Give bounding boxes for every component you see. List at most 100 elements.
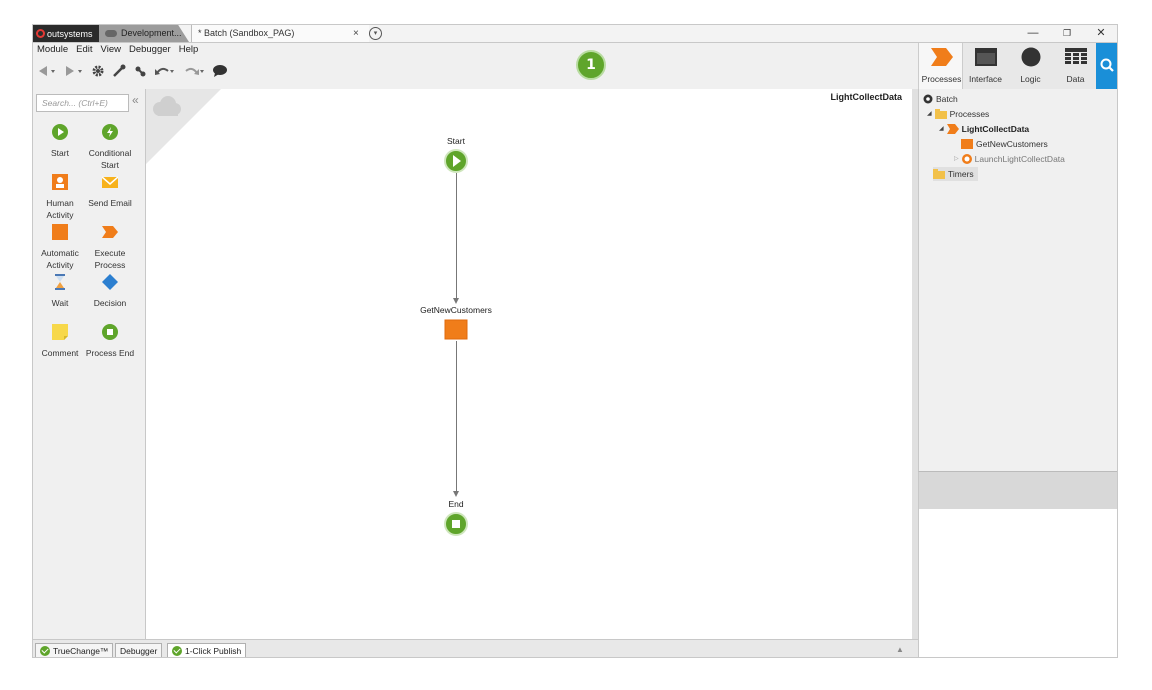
tab-interface-label: Interface <box>968 74 1003 84</box>
palette-label: Process <box>94 260 126 270</box>
tab-close-icon[interactable]: × <box>353 25 359 42</box>
tab-truechange-label: TrueChange™ <box>53 645 109 656</box>
palette-comment[interactable]: Comment <box>33 324 87 359</box>
start-node-label: Start <box>447 136 465 146</box>
flow-connector[interactable] <box>456 341 457 494</box>
menu-module[interactable]: Module <box>37 43 68 57</box>
tree-processes-label: Processes <box>949 109 990 119</box>
folder-icon <box>934 109 947 119</box>
palette-process-end[interactable]: Process End <box>83 324 137 359</box>
expand-arrow-icon: ◢ <box>939 126 944 132</box>
end-node[interactable] <box>444 512 468 536</box>
bottom-bar: TrueChange™ Debugger 1-Click Publish ▲ <box>33 639 918 657</box>
palette-label: Execute <box>94 248 126 258</box>
collapse-icon[interactable]: « <box>132 93 139 107</box>
tab-1-click-publish[interactable]: 1-Click Publish <box>167 643 247 657</box>
publish-status-badge[interactable]: 1 <box>576 50 606 80</box>
wrench-icon[interactable] <box>112 64 126 81</box>
cloud-icon <box>105 30 117 37</box>
tab-batch-label: * Batch (Sandbox_PAG) <box>198 28 295 38</box>
tab-debugger[interactable]: Debugger <box>115 643 163 657</box>
palette-human-activity[interactable]: Human Activity <box>33 174 87 221</box>
palette-decision[interactable]: Decision <box>83 274 137 309</box>
email-icon <box>101 176 119 188</box>
search-button[interactable] <box>1096 43 1117 89</box>
tab-logic[interactable]: Logic <box>1008 43 1053 89</box>
process-canvas[interactable]: LightCollectData Start GetNewCustomers E… <box>146 89 912 639</box>
menu-edit[interactable]: Edit <box>76 43 92 57</box>
palette-send-email[interactable]: Send Email <box>83 174 137 209</box>
tab-interface[interactable]: Interface <box>963 43 1008 89</box>
process-icon <box>946 124 959 134</box>
tab-dropdown-icon[interactable]: ▾ <box>369 27 382 40</box>
tab-publish-label: 1-Click Publish <box>185 645 242 656</box>
palette-start[interactable]: Start <box>33 124 87 159</box>
flow-arrow <box>453 298 459 304</box>
activity-node-label: GetNewCustomers <box>420 305 492 315</box>
tree-root[interactable]: Batch <box>923 92 958 106</box>
check-icon <box>172 645 182 656</box>
tree-launch-item[interactable]: ▷ LaunchLightCollectData <box>954 152 1065 166</box>
palette-label: Start <box>101 160 119 170</box>
palette-label: Start <box>51 148 69 158</box>
tree-root-label: Batch <box>936 94 958 104</box>
tab-data-label: Data <box>1066 74 1085 84</box>
human-activity-icon <box>52 174 68 190</box>
process-name: LightCollectData <box>830 92 902 102</box>
tree-activity-item[interactable]: GetNewCustomers <box>961 137 1048 151</box>
palette-automatic-activity[interactable]: Automatic Activity <box>33 224 87 271</box>
right-tabs: Processes Interface Logic Data <box>918 43 1117 89</box>
tree-process-item[interactable]: ◢ LightCollectData <box>939 122 1029 136</box>
palette-label: Human <box>46 198 74 208</box>
tab-batch[interactable]: * Batch (Sandbox_PAG) <box>191 25 369 42</box>
restore-button[interactable]: ❐ <box>1057 25 1077 42</box>
check-icon <box>40 645 50 656</box>
menu-view[interactable]: View <box>101 43 121 57</box>
close-button[interactable]: ✕ <box>1091 25 1111 42</box>
menu-help[interactable]: Help <box>179 43 199 57</box>
cloud-icon <box>153 96 181 116</box>
flow-connector[interactable] <box>456 173 457 301</box>
outsystems-logo-icon <box>36 29 45 38</box>
outsystems-logo[interactable]: outsystems <box>33 25 99 42</box>
palette-label: Wait <box>51 298 69 308</box>
decision-icon <box>102 274 118 290</box>
palette-wait[interactable]: Wait <box>33 274 87 309</box>
start-icon <box>52 124 68 140</box>
expand-up-icon[interactable]: ▲ <box>896 645 904 654</box>
palette-label: Comment <box>41 348 79 358</box>
undo-icon[interactable] <box>154 65 176 80</box>
tree-timers-folder[interactable]: Timers <box>933 167 978 181</box>
palette-conditional-start[interactable]: Conditional Start <box>83 124 137 171</box>
palette-label: Activity <box>46 260 74 270</box>
tree-launch-label: LaunchLightCollectData <box>974 154 1065 164</box>
tab-development[interactable]: Development... <box>99 25 189 42</box>
service-studio-window: outsystems Development... * Batch (Sandb… <box>32 24 1118 658</box>
link-icon[interactable] <box>133 64 147 81</box>
tab-processes[interactable]: Processes <box>918 43 963 89</box>
search-input[interactable]: Search... (Ctrl+E) <box>36 94 129 112</box>
interface-icon <box>975 48 997 66</box>
tab-debugger-label: Debugger <box>120 645 158 656</box>
activity-node[interactable] <box>444 319 468 341</box>
menu-debugger[interactable]: Debugger <box>129 43 171 57</box>
expand-arrow-icon: ▷ <box>954 156 959 162</box>
tab-truechange[interactable]: TrueChange™ <box>35 643 114 657</box>
palette-label: Decision <box>93 298 127 308</box>
palette-label: Conditional <box>88 148 132 158</box>
toolbar <box>37 63 228 81</box>
gear-icon[interactable] <box>91 64 105 81</box>
redo-icon[interactable] <box>183 65 205 80</box>
tree-processes-folder[interactable]: ◢ Processes <box>927 107 989 121</box>
execute-process-icon <box>102 226 118 238</box>
forward-icon[interactable] <box>64 65 84 80</box>
back-icon[interactable] <box>37 65 57 80</box>
tab-data[interactable]: Data <box>1053 43 1098 89</box>
comment-icon[interactable] <box>212 64 228 81</box>
flow-arrow <box>453 491 459 497</box>
search-icon <box>1100 58 1114 72</box>
start-node[interactable] <box>444 149 468 173</box>
palette-execute-process[interactable]: Execute Process <box>83 224 137 271</box>
tab-processes-label: Processes <box>921 74 962 84</box>
minimize-button[interactable]: — <box>1023 25 1043 42</box>
